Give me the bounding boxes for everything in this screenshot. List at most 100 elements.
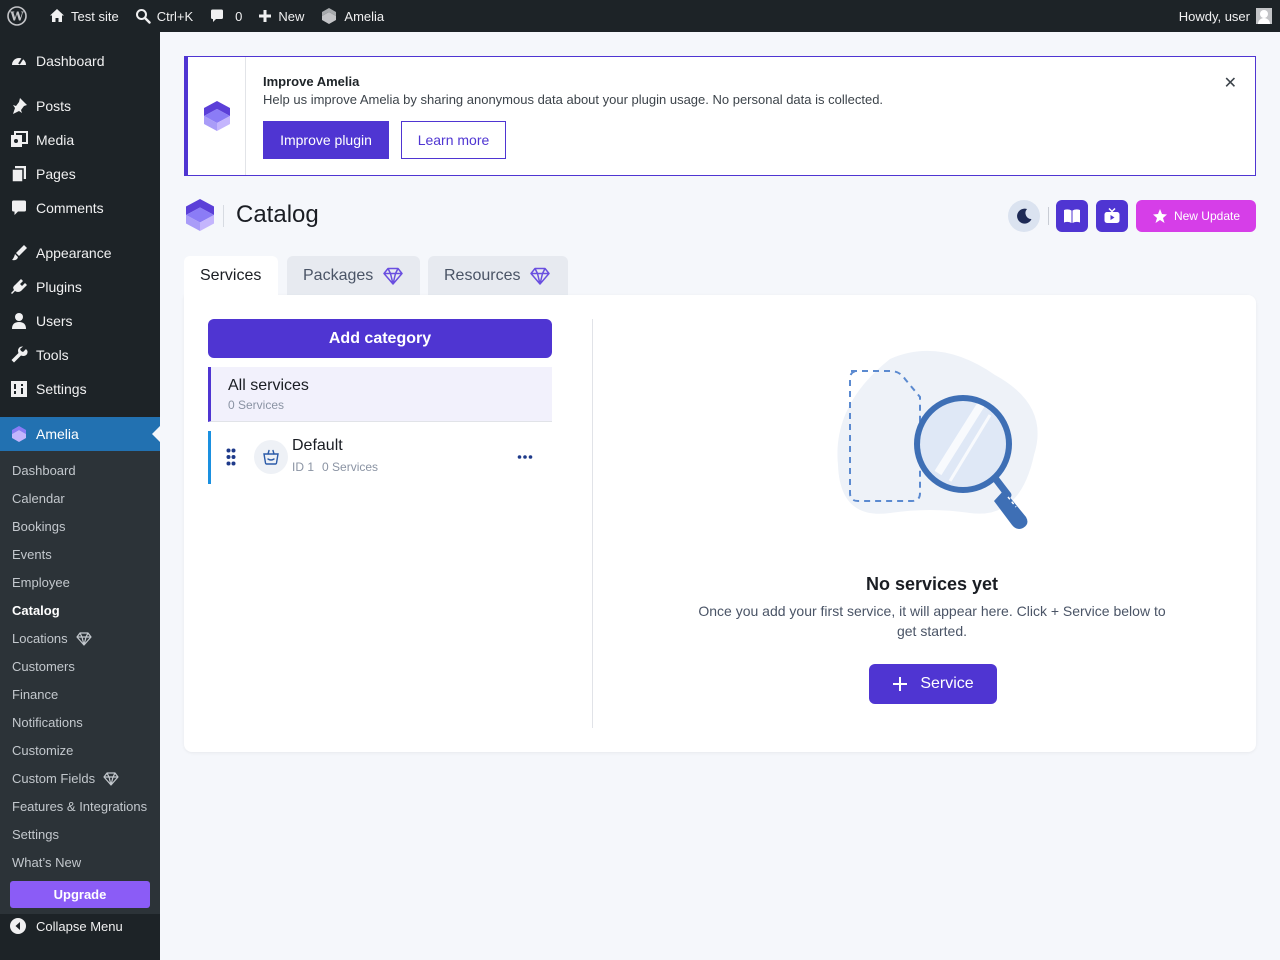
menu-appearance[interactable]: Appearance bbox=[0, 236, 160, 270]
menu-label: Pages bbox=[36, 166, 76, 182]
empty-state-text: Once you add your first service, it will… bbox=[698, 603, 1166, 639]
sparkle-star-icon bbox=[1152, 209, 1167, 223]
comment-icon bbox=[211, 9, 224, 22]
premium-diamond-icon bbox=[383, 267, 404, 285]
drag-handle-icon[interactable] bbox=[226, 448, 236, 471]
submenu-label: Finance bbox=[12, 687, 59, 702]
empty-search-illustration bbox=[820, 345, 1054, 540]
submenu-features-integrations[interactable]: Features & Integrations bbox=[12, 799, 147, 814]
more-options-icon[interactable] bbox=[517, 447, 533, 465]
new-update-button[interactable]: New Update bbox=[1136, 200, 1256, 232]
submenu-employee[interactable]: Employee bbox=[12, 575, 70, 590]
category-all-services[interactable]: All services 0 Services bbox=[208, 367, 552, 422]
amelia-bar-link[interactable]: Amelia bbox=[312, 0, 392, 32]
new-content-link[interactable]: New bbox=[250, 0, 312, 32]
menu-posts[interactable]: Posts bbox=[0, 89, 160, 123]
menu-dashboard[interactable]: Dashboard bbox=[0, 44, 160, 78]
add-service-label: Service bbox=[920, 675, 974, 692]
submenu-settings[interactable]: Settings bbox=[12, 827, 59, 842]
wrench-icon bbox=[10, 346, 28, 364]
submenu-catalog[interactable]: Catalog bbox=[12, 603, 60, 618]
submenu-customers[interactable]: Customers bbox=[12, 659, 75, 674]
menu-label: Posts bbox=[36, 98, 72, 114]
menu-users[interactable]: Users bbox=[0, 304, 160, 338]
submenu-label: Employee bbox=[12, 575, 70, 590]
submenu-dashboard[interactable]: Dashboard bbox=[12, 463, 76, 478]
add-service-button[interactable]: Service bbox=[869, 664, 997, 704]
dark-mode-toggle[interactable] bbox=[1008, 200, 1040, 232]
plug-icon bbox=[10, 278, 28, 296]
submenu-label: Catalog bbox=[12, 603, 60, 618]
command-search-link[interactable]: Ctrl+K bbox=[127, 0, 201, 32]
menu-label: Dashboard bbox=[36, 53, 105, 69]
tab-services[interactable]: Services bbox=[184, 256, 278, 295]
notice-text: Help us improve Amelia by sharing anonym… bbox=[263, 92, 884, 107]
menu-label: Amelia bbox=[36, 426, 79, 442]
avatar bbox=[1256, 8, 1272, 24]
video-tutorials-button[interactable] bbox=[1096, 200, 1128, 232]
submenu-events[interactable]: Events bbox=[12, 547, 52, 562]
new-label: New bbox=[278, 8, 305, 24]
menu-label: Media bbox=[36, 132, 75, 148]
category-meta: ID 1 0 Services bbox=[292, 460, 378, 474]
category-count: 0 Services bbox=[322, 460, 379, 474]
category-name: Default bbox=[292, 437, 343, 454]
submenu-label: Bookings bbox=[12, 519, 66, 534]
plus-icon bbox=[893, 677, 908, 691]
submenu-label: Custom Fields bbox=[12, 771, 96, 786]
tab-resources[interactable]: Resources bbox=[428, 256, 568, 295]
menu-label: Settings bbox=[36, 381, 87, 397]
account-menu[interactable]: Howdy, user bbox=[1171, 0, 1280, 32]
category-name: All services bbox=[228, 377, 309, 394]
header-divider bbox=[1048, 207, 1049, 225]
premium-diamond-icon bbox=[103, 771, 119, 786]
plus-icon bbox=[259, 10, 272, 22]
admin-sidebar: Dashboard Posts Media Pages Comments App… bbox=[0, 32, 160, 960]
menu-pages[interactable]: Pages bbox=[0, 157, 160, 191]
premium-diamond-icon bbox=[530, 267, 551, 285]
svg-text:W: W bbox=[9, 10, 24, 24]
pin-icon bbox=[10, 97, 28, 115]
submenu-finance[interactable]: Finance bbox=[12, 687, 58, 702]
moon-icon bbox=[1017, 208, 1032, 224]
submenu-label: What’s New bbox=[12, 855, 82, 870]
amelia-logo-icon bbox=[203, 101, 230, 131]
submenu-label: Notifications bbox=[12, 715, 83, 730]
brush-icon bbox=[10, 244, 28, 262]
add-category-button[interactable]: Add category bbox=[208, 319, 552, 358]
tab-packages[interactable]: Packages bbox=[287, 256, 420, 295]
wordpress-logo-icon[interactable]: W bbox=[0, 0, 41, 32]
submenu-locations[interactable]: Locations bbox=[12, 631, 92, 646]
submenu-notifications[interactable]: Notifications bbox=[12, 715, 83, 730]
category-item[interactable]: Default ID 1 0 Services bbox=[208, 431, 552, 484]
header-divider bbox=[223, 205, 224, 227]
menu-comments[interactable]: Comments bbox=[0, 191, 160, 225]
close-icon[interactable]: ✕ bbox=[1224, 73, 1237, 93]
upgrade-button[interactable]: Upgrade bbox=[10, 881, 150, 908]
menu-label: Users bbox=[36, 313, 73, 329]
site-name-link[interactable]: Test site bbox=[41, 0, 127, 32]
collapse-menu-button[interactable]: Collapse Menu bbox=[10, 918, 123, 934]
submenu-custom-fields[interactable]: Custom Fields bbox=[12, 771, 119, 786]
tab-label: Packages bbox=[303, 266, 374, 284]
documentation-button[interactable] bbox=[1056, 200, 1088, 232]
amelia-logo-icon bbox=[10, 425, 28, 443]
category-count: 0 Services bbox=[228, 398, 285, 412]
video-icon bbox=[1104, 207, 1120, 223]
submenu-whats-new[interactable]: What’s New bbox=[12, 855, 81, 870]
submenu-label: Settings bbox=[12, 827, 59, 842]
submenu-customize[interactable]: Customize bbox=[12, 743, 73, 758]
menu-settings[interactable]: Settings bbox=[0, 372, 160, 406]
learn-more-button[interactable]: Learn more bbox=[401, 121, 506, 159]
comments-count: 0 bbox=[235, 8, 243, 24]
menu-tools[interactable]: Tools bbox=[0, 338, 160, 372]
submenu-calendar[interactable]: Calendar bbox=[12, 491, 65, 506]
menu-amelia[interactable]: Amelia bbox=[0, 417, 160, 451]
menu-media[interactable]: Media bbox=[0, 123, 160, 157]
menu-plugins[interactable]: Plugins bbox=[0, 270, 160, 304]
improve-plugin-button[interactable]: Improve plugin bbox=[263, 121, 389, 159]
submenu-bookings[interactable]: Bookings bbox=[12, 519, 65, 534]
book-icon bbox=[1064, 209, 1080, 223]
comments-link[interactable]: 0 bbox=[201, 0, 250, 32]
tab-label: Resources bbox=[444, 266, 521, 284]
